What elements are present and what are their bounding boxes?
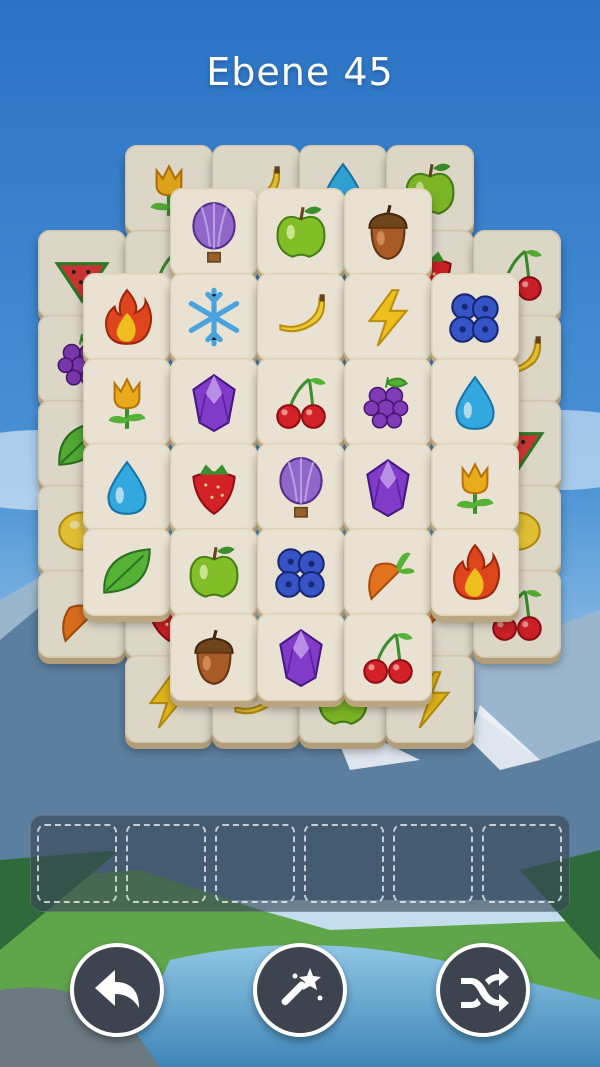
apple-icon <box>276 206 326 258</box>
acorn-tile[interactable] <box>344 188 432 276</box>
carrot-tile[interactable] <box>344 528 432 616</box>
fire-icon <box>105 288 153 345</box>
leaf-icon <box>103 548 151 594</box>
banana-tile[interactable] <box>257 273 345 361</box>
grapes-tile[interactable] <box>344 358 432 446</box>
leaf-tile[interactable] <box>83 528 171 616</box>
gem-tile[interactable] <box>257 613 345 701</box>
magic-wand-icon <box>281 968 323 1006</box>
balloon-icon <box>279 457 323 518</box>
blueberry-tile[interactable] <box>431 273 519 361</box>
acorn-tile[interactable] <box>170 613 258 701</box>
tray-slot <box>482 824 562 903</box>
gem-tile[interactable] <box>344 443 432 531</box>
fire-tile[interactable] <box>431 528 519 616</box>
strawberry-icon <box>192 464 236 516</box>
shuffle-button[interactable] <box>436 943 530 1037</box>
fire-icon <box>453 543 501 600</box>
drop-icon <box>455 375 495 430</box>
fire-tile[interactable] <box>83 273 171 361</box>
tulip-tile[interactable] <box>83 358 171 446</box>
cherry-icon <box>276 377 326 429</box>
carrot-icon <box>368 552 415 601</box>
shuffle-icon <box>461 968 509 1012</box>
tulip-icon <box>456 462 494 514</box>
gem-icon <box>279 628 323 688</box>
gem-icon <box>192 373 236 433</box>
gem-tile[interactable] <box>170 358 258 446</box>
tray-slot <box>37 824 117 903</box>
apple-icon <box>189 546 239 598</box>
tray-slot <box>126 824 206 903</box>
blueberry-icon <box>449 293 499 343</box>
tray-slot <box>215 824 295 903</box>
blueberry-tile[interactable] <box>257 528 345 616</box>
magic-wand-button[interactable] <box>253 943 347 1037</box>
drop-tile[interactable] <box>83 443 171 531</box>
tulip-tile[interactable] <box>431 443 519 531</box>
drop-tile[interactable] <box>431 358 519 446</box>
cherry-tile[interactable] <box>344 613 432 701</box>
level-title: Ebene 45 <box>206 50 394 94</box>
tulip-icon <box>108 377 146 429</box>
strawberry-tile[interactable] <box>170 443 258 531</box>
drop-icon <box>107 460 147 515</box>
apple-tile[interactable] <box>257 188 345 276</box>
grapes-icon <box>363 377 409 429</box>
blueberry-icon <box>275 548 325 598</box>
snowflake-tile[interactable] <box>170 273 258 361</box>
acorn-icon <box>368 204 408 260</box>
cherry-tile[interactable] <box>257 358 345 446</box>
cherry-icon <box>363 632 413 684</box>
snowflake-icon <box>188 287 240 347</box>
undo-arrow-icon <box>95 970 139 1008</box>
lightning-icon <box>367 289 409 347</box>
balloon-icon <box>192 202 236 263</box>
tray-slot <box>304 824 384 903</box>
acorn-icon <box>194 629 234 685</box>
tile-tray <box>30 815 570 912</box>
balloon-tile[interactable] <box>257 443 345 531</box>
lightning-tile[interactable] <box>344 273 432 361</box>
gem-icon <box>366 458 410 518</box>
banana-icon <box>279 294 326 333</box>
tray-slot <box>393 824 473 903</box>
undo-button[interactable] <box>70 943 164 1037</box>
apple-tile[interactable] <box>170 528 258 616</box>
balloon-tile[interactable] <box>170 188 258 276</box>
